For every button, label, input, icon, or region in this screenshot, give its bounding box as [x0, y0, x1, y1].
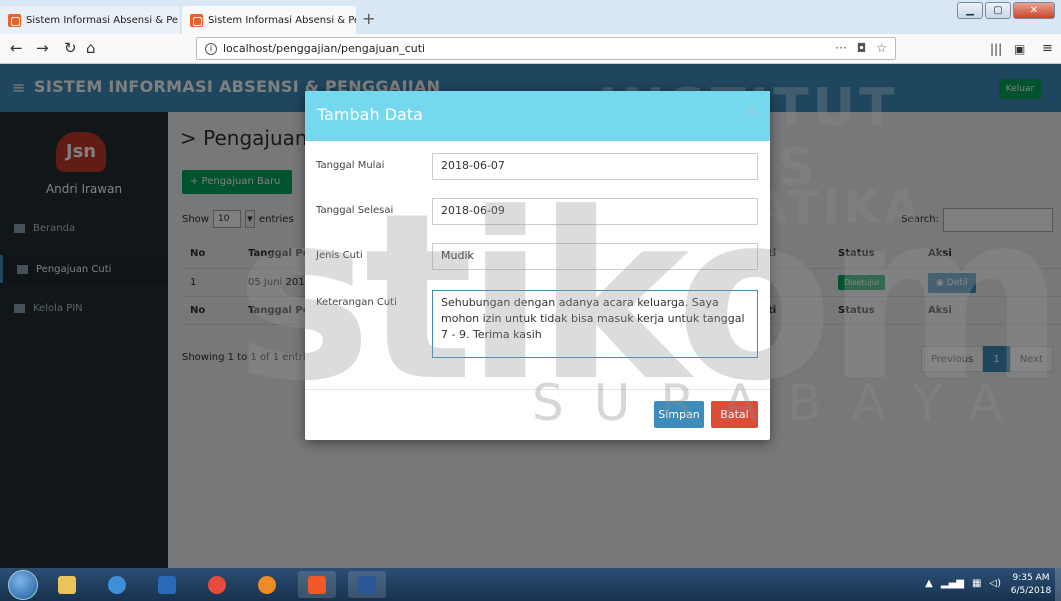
home-icon[interactable]: ⌂	[86, 39, 96, 57]
close-window-icon[interactable]: ✕	[1013, 2, 1055, 19]
volume-icon[interactable]: ◁)	[989, 578, 1001, 589]
pocket-icon[interactable]: ◘	[857, 41, 867, 55]
browser-tab-bar: Sistem Informasi Absensi & Pe ✕ Sistem I…	[0, 0, 1061, 34]
add-data-modal: Tambah Data × Tanggal Mulai 2018-06-07 T…	[305, 91, 770, 440]
tab-title: Sistem Informasi Absensi & Pe	[26, 14, 179, 26]
tray-expand-icon[interactable]: ▲	[925, 578, 933, 589]
page-actions-icon[interactable]: ···	[835, 41, 846, 55]
clock-time: 9:35 AM	[1012, 573, 1050, 583]
internet-explorer-icon[interactable]	[98, 571, 136, 598]
site-info-icon[interactable]: i	[205, 42, 217, 55]
site-favicon-icon	[190, 13, 203, 27]
clock-date: 6/5/2018	[1010, 586, 1052, 596]
tab-title: Sistem Informasi Absensi & Pe	[208, 14, 356, 26]
signal-icon[interactable]: ▂▄▆	[941, 578, 964, 589]
url-text: localhost/penggajian/pengajuan_cuti	[223, 42, 426, 55]
description-textarea[interactable]: Sehubungan dengan adanya acara keluarga.…	[432, 290, 758, 358]
start-button-icon[interactable]	[8, 570, 38, 600]
description-label: Keterangan Cuti	[316, 297, 397, 308]
recorder-icon[interactable]	[198, 571, 236, 598]
browser-nav-bar: ← → ↻ ⌂ i localhost/penggajian/pengajuan…	[0, 34, 1061, 64]
reload-icon[interactable]: ↻	[64, 39, 77, 57]
new-tab-icon[interactable]: +	[362, 9, 375, 28]
modal-footer-divider	[305, 389, 770, 390]
site-favicon-icon	[8, 13, 21, 27]
back-icon[interactable]: ←	[10, 39, 23, 57]
bookmark-star-icon[interactable]: ☆	[876, 41, 887, 55]
maximize-icon[interactable]: ▢	[985, 2, 1011, 19]
address-bar-actions: ··· ◘ ☆	[835, 41, 887, 55]
menu-icon[interactable]: ≡	[1042, 41, 1053, 56]
save-button[interactable]: Simpan	[654, 401, 704, 428]
network-icon[interactable]: ▦	[972, 578, 981, 589]
minimize-icon[interactable]: ▁	[957, 2, 983, 19]
forward-icon[interactable]: →	[36, 39, 49, 57]
start-date-input[interactable]: 2018-06-07	[432, 153, 758, 180]
start-date-label: Tanggal Mulai	[316, 160, 385, 171]
end-date-input[interactable]: 2018-06-09	[432, 198, 758, 225]
sidebar-toggle-icon[interactable]: ▣	[1014, 42, 1025, 56]
window-controls: ▁ ▢ ✕	[957, 2, 1055, 19]
show-desktop-button[interactable]	[1055, 568, 1061, 601]
modal-title: Tambah Data	[317, 105, 423, 124]
windows-taskbar: ▲ ▂▄▆ ▦ ◁) 9:35 AM 6/5/2018	[0, 568, 1061, 601]
word-icon[interactable]	[348, 571, 386, 598]
leave-type-label: Jenis Cuti	[316, 250, 363, 261]
xampp-icon[interactable]	[298, 571, 336, 598]
browser-tab-active[interactable]: Sistem Informasi Absensi & Pe ✕	[182, 6, 356, 34]
browser-tab[interactable]: Sistem Informasi Absensi & Pe ✕	[0, 6, 180, 34]
library-icon[interactable]: |||	[990, 42, 1002, 56]
file-explorer-icon[interactable]	[48, 571, 86, 598]
media-player-icon[interactable]	[148, 571, 186, 598]
system-tray: ▲ ▂▄▆ ▦ ◁)	[925, 578, 1001, 589]
modal-header: Tambah Data ×	[305, 91, 770, 141]
firefox-icon[interactable]	[248, 571, 286, 598]
address-bar[interactable]: i localhost/penggajian/pengajuan_cuti ··…	[196, 37, 896, 60]
cancel-button[interactable]: Batal	[711, 401, 758, 428]
taskbar-clock[interactable]: 9:35 AM 6/5/2018	[1007, 572, 1055, 598]
end-date-label: Tanggal Selesai	[316, 205, 394, 216]
leave-type-input[interactable]: Mudik	[432, 243, 758, 270]
close-icon[interactable]: ×	[745, 101, 758, 120]
